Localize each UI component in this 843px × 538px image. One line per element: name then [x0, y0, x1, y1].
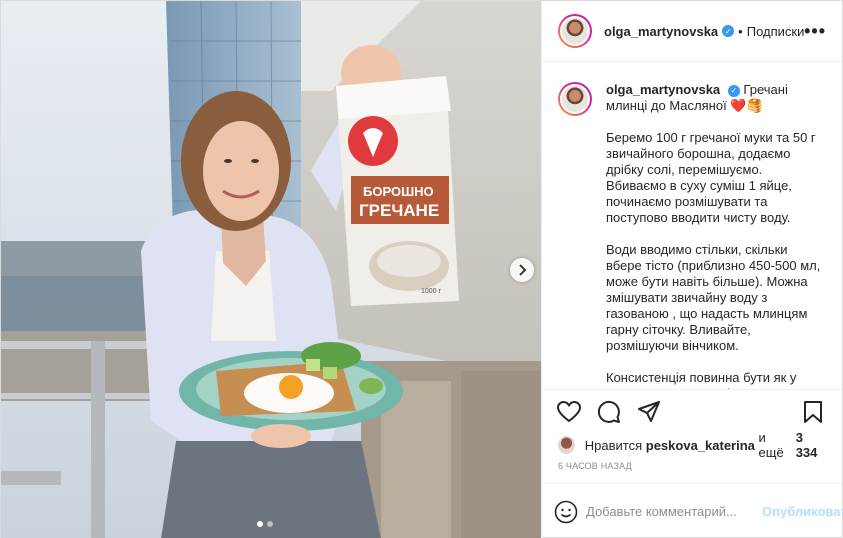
carousel-dot-active [257, 521, 263, 527]
action-bar [542, 389, 842, 433]
comment-input[interactable] [586, 504, 762, 519]
following-button[interactable]: Подписки [747, 24, 805, 39]
bookmark-icon [804, 401, 822, 423]
share-button[interactable] [634, 397, 664, 427]
more-icon[interactable]: ••• [804, 21, 826, 42]
caption: olga_martynovska ✓ Гречані млинці до Мас… [558, 82, 826, 389]
caption-paragraph-1: Беремо 100 г гречаної муки та 50 г звича… [606, 130, 816, 225]
header-separator: • [738, 23, 743, 39]
bag-text-line2: ГРЕЧАНЕ [359, 201, 439, 220]
post-timestamp[interactable]: 6 ЧАСОВ НАЗАД [542, 457, 842, 483]
post-photo[interactable]: БОРОШНО ГРЕЧАНЕ 1000 г [1, 1, 541, 538]
share-icon [638, 400, 660, 422]
emoji-button[interactable] [554, 498, 578, 526]
carousel-next-button[interactable] [510, 258, 534, 282]
likes-count[interactable]: 3 334 [796, 430, 826, 460]
post-side-panel: olga_martynovska ✓ • Подписки ••• olga_m… [541, 1, 843, 538]
liker-avatar[interactable] [558, 436, 575, 454]
verified-badge-icon: ✓ [722, 25, 735, 37]
caption-paragraph-2: Води вводимо стільки, скільки вбере тіст… [606, 242, 821, 353]
caption-paragraph-3: Консистенція повинна бути як у жидкої см… [606, 370, 802, 389]
add-comment-bar: Опубликовать [542, 483, 843, 538]
liker-username[interactable]: peskova_katerina [646, 438, 755, 453]
likes-middle: и ещё [758, 430, 784, 460]
likes-prefix: Нравится [584, 437, 643, 453]
bag-text-line1: БОРОШНО [363, 184, 434, 199]
instagram-post: БОРОШНО ГРЕЧАНЕ 1000 г olga_martynovska … [0, 0, 843, 538]
chevron-right-icon [519, 264, 527, 276]
emoji-icon [554, 500, 578, 523]
comment-icon [597, 400, 620, 423]
caption-body: olga_martynovska ✓ Гречані млинці до Мас… [606, 82, 826, 389]
comment-button[interactable] [594, 397, 624, 427]
post-header: olga_martynovska ✓ • Подписки ••• [542, 1, 842, 62]
carousel-dots [257, 521, 273, 527]
heart-icon [557, 400, 581, 422]
author-avatar[interactable] [558, 14, 592, 48]
caption-username[interactable]: olga_martynovska [606, 82, 720, 97]
publish-button[interactable]: Опубликовать [762, 504, 843, 519]
caption-avatar[interactable] [558, 82, 592, 116]
photo-scene: БОРОШНО ГРЕЧАНЕ 1000 г [1, 1, 541, 538]
like-button[interactable] [554, 397, 584, 427]
verified-badge-icon: ✓ [727, 84, 740, 97]
bag-weight: 1000 г [421, 288, 442, 295]
comments-section[interactable]: olga_martynovska ✓ Гречані млинці до Мас… [542, 62, 842, 389]
author-username[interactable]: olga_martynovska [604, 24, 718, 39]
likes-summary: Нравится peskova_katerina и ещё 3 334 [542, 430, 842, 460]
save-button[interactable] [798, 397, 828, 427]
carousel-dot [267, 521, 273, 527]
